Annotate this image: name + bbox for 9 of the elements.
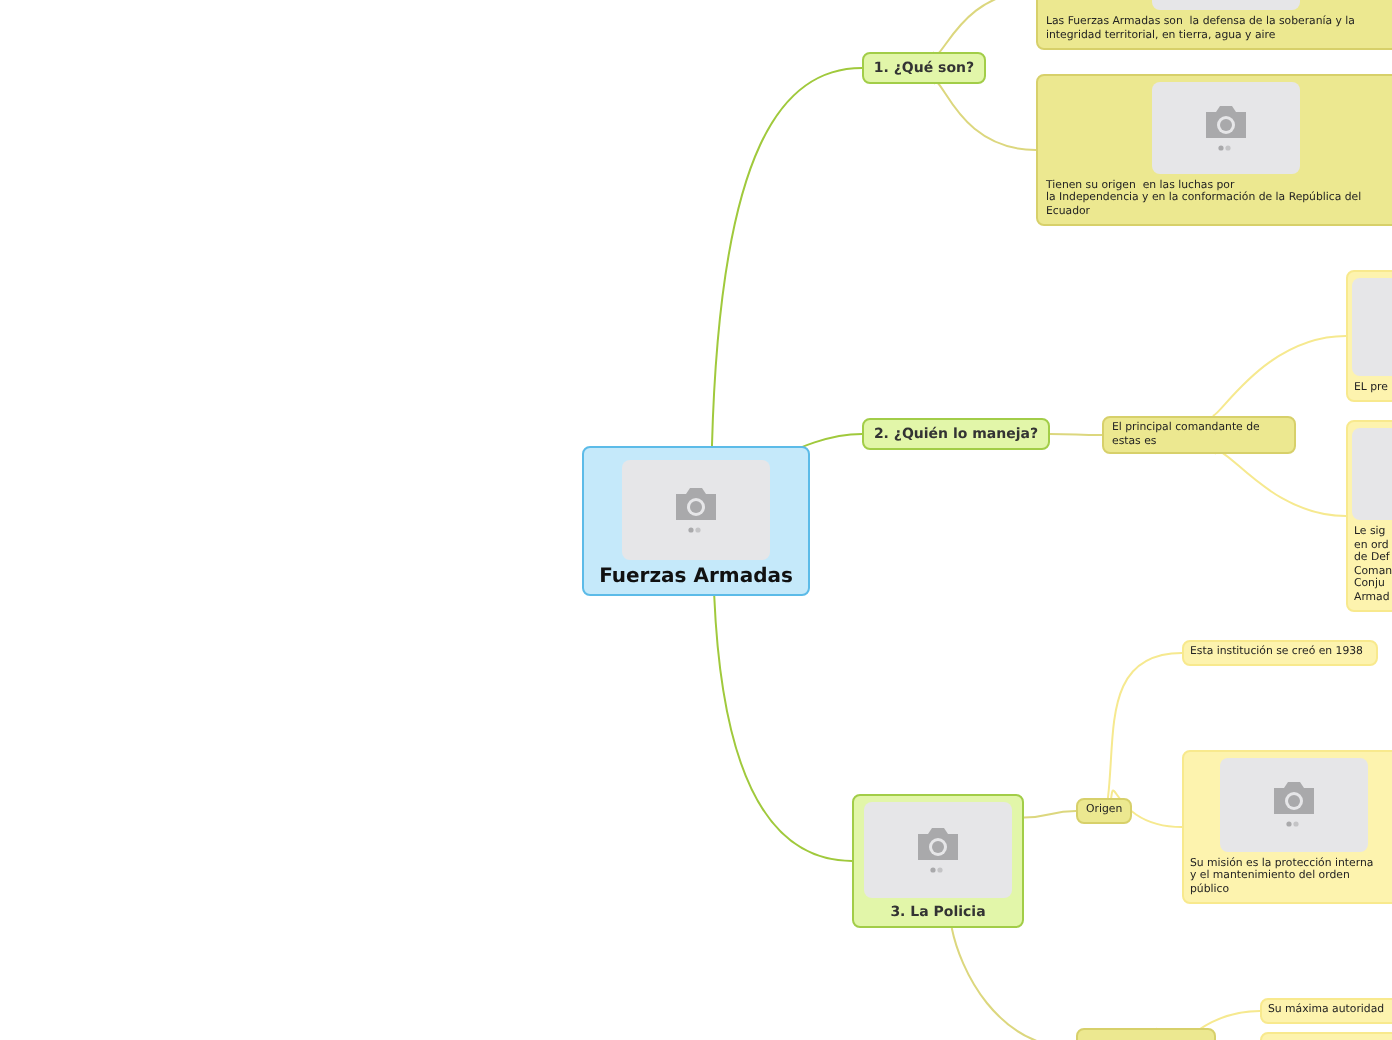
camera-icon xyxy=(1202,101,1250,154)
connector-line xyxy=(932,81,1037,151)
camera-icon xyxy=(1269,778,1317,831)
connector-line xyxy=(1211,335,1347,417)
camera-icon xyxy=(914,824,962,876)
connector-line xyxy=(1049,433,1103,436)
connector-line xyxy=(1023,810,1077,819)
camera-icon xyxy=(672,484,720,536)
central-topic[interactable]: Fuerzas Armadas xyxy=(582,446,810,596)
